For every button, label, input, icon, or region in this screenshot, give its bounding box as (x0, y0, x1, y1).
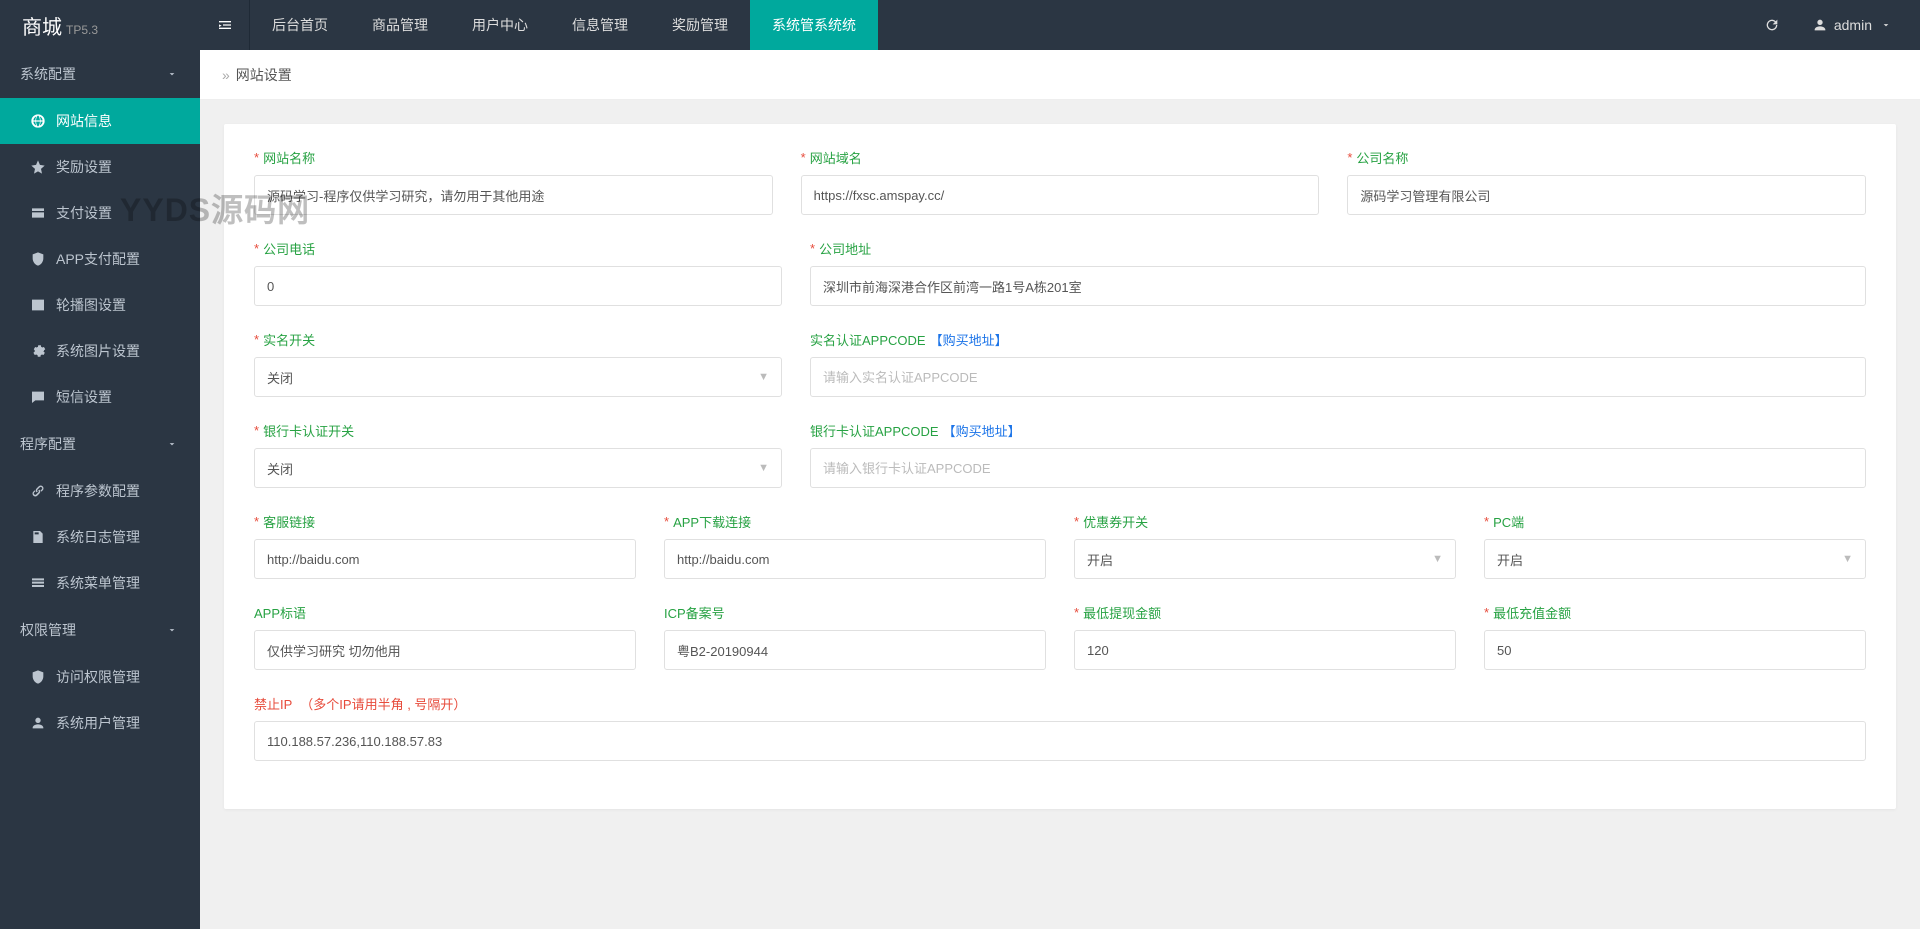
chevron-down-icon: ▼ (1432, 553, 1443, 565)
top-nav-reward[interactable]: 奖励管理 (650, 0, 750, 50)
sidebar-item-sys-user[interactable]: 系统用户管理 (0, 700, 200, 746)
kefu-link-input[interactable] (254, 539, 636, 579)
sidebar-item-app-payment[interactable]: APP支付配置 (0, 236, 200, 282)
menu-collapse-icon (217, 17, 233, 33)
user-name: admin (1834, 17, 1872, 33)
app-download-input[interactable] (664, 539, 1046, 579)
bankcard-buy-link[interactable]: 【购买地址】 (943, 421, 1021, 440)
card-icon (30, 205, 46, 221)
chevron-right-icon: » (222, 50, 230, 100)
refresh-icon (1764, 17, 1780, 33)
site-name-input[interactable] (254, 175, 773, 215)
coupon-switch-select[interactable]: 开启▼ (1074, 539, 1456, 579)
sidebar-item-program-params[interactable]: 程序参数配置 (0, 468, 200, 514)
sidebar: 系统配置 网站信息 奖励设置 支付设置 APP支付配置 轮播图设置 系统图片设置… (0, 50, 200, 929)
user-menu[interactable]: admin (1796, 0, 1910, 50)
chevron-down-icon: ▼ (758, 371, 769, 383)
realname-buy-link[interactable]: 【购买地址】 (930, 330, 1008, 349)
user-icon (1812, 17, 1828, 33)
bankcard-switch-select[interactable]: 关闭▼ (254, 448, 782, 488)
brand-logo: 商城TP5.3 (0, 11, 200, 40)
breadcrumb: » 网站设置 (200, 50, 1920, 100)
star-icon (30, 159, 46, 175)
company-name-input[interactable] (1347, 175, 1866, 215)
realname-switch-select[interactable]: 关闭▼ (254, 357, 782, 397)
top-nav-system[interactable]: 系统管系统统 (750, 0, 878, 50)
pc-switch-select[interactable]: 开启▼ (1484, 539, 1866, 579)
message-icon (30, 389, 46, 405)
sidebar-item-carousel[interactable]: 轮播图设置 (0, 282, 200, 328)
icp-input[interactable] (664, 630, 1046, 670)
shield-icon (30, 251, 46, 267)
sidebar-item-reward[interactable]: 奖励设置 (0, 144, 200, 190)
bankcard-appcode-input[interactable] (810, 448, 1866, 488)
refresh-button[interactable] (1748, 0, 1796, 50)
min-withdraw-input[interactable] (1074, 630, 1456, 670)
site-domain-input[interactable] (801, 175, 1320, 215)
form-panel: *网站名称 *网站域名 *公司名称 (224, 124, 1896, 809)
sidebar-item-website-info[interactable]: 网站信息 (0, 98, 200, 144)
chevron-down-icon (1880, 19, 1891, 30)
company-phone-input[interactable] (254, 266, 782, 306)
top-nav-user[interactable]: 用户中心 (450, 0, 550, 50)
sidebar-group-system[interactable]: 系统配置 (0, 50, 200, 98)
sidebar-item-menus[interactable]: 系统菜单管理 (0, 560, 200, 606)
menu-icon (30, 575, 46, 591)
chevron-down-icon: ▼ (758, 462, 769, 474)
sidebar-group-program[interactable]: 程序配置 (0, 420, 200, 468)
min-recharge-input[interactable] (1484, 630, 1866, 670)
sidebar-item-payment[interactable]: 支付设置 (0, 190, 200, 236)
user-icon (30, 715, 46, 731)
ban-ip-input[interactable] (254, 721, 1866, 761)
globe-icon (30, 113, 46, 129)
chevron-down-icon: ▼ (1842, 553, 1853, 565)
chevron-down-icon (166, 624, 177, 635)
app-slogan-input[interactable] (254, 630, 636, 670)
doc-icon (30, 529, 46, 545)
chevron-down-icon (166, 438, 177, 449)
top-nav-info[interactable]: 信息管理 (550, 0, 650, 50)
company-address-input[interactable] (810, 266, 1866, 306)
chevron-down-icon (166, 68, 177, 79)
top-nav-home[interactable]: 后台首页 (250, 0, 350, 50)
sidebar-group-permission[interactable]: 权限管理 (0, 606, 200, 654)
sidebar-item-sms[interactable]: 短信设置 (0, 374, 200, 420)
top-nav-goods[interactable]: 商品管理 (350, 0, 450, 50)
sidebar-toggle[interactable] (200, 0, 250, 50)
sidebar-item-access[interactable]: 访问权限管理 (0, 654, 200, 700)
gear-icon (30, 343, 46, 359)
realname-appcode-input[interactable] (810, 357, 1866, 397)
link-icon (30, 483, 46, 499)
shield-icon (30, 669, 46, 685)
image-icon (30, 297, 46, 313)
top-nav: 后台首页 商品管理 用户中心 信息管理 奖励管理 系统管系统统 (250, 0, 1748, 50)
sidebar-item-logs[interactable]: 系统日志管理 (0, 514, 200, 560)
sidebar-item-sys-image[interactable]: 系统图片设置 (0, 328, 200, 374)
